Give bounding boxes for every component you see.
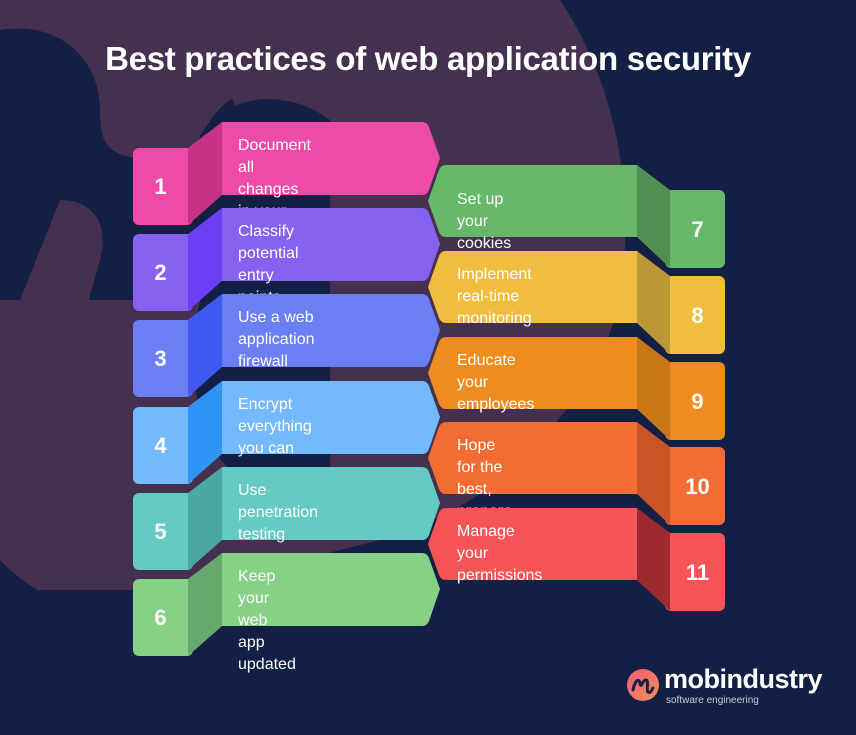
page-title: Best practices of web application securi… [105,40,751,77]
practice-label: Set up your cookies [457,191,512,252]
logo-wordmark: mobindustry [664,664,823,694]
practice-number: 9 [691,388,704,414]
connector-face [637,508,670,612]
practice-number: 8 [691,302,704,328]
practice-label: Implement real-time monitoring [457,265,532,327]
practice-number: 7 [691,217,704,242]
mobindustry-logo-icon [627,669,659,701]
practice-item-shape [428,508,725,612]
logo-tagline: software engineering [666,695,759,706]
practice-label: Manage your permissions [457,523,543,585]
practice-label: Educate your employees [457,351,535,413]
practice-number: 11 [685,560,710,586]
practice-number: 10 [685,474,710,500]
